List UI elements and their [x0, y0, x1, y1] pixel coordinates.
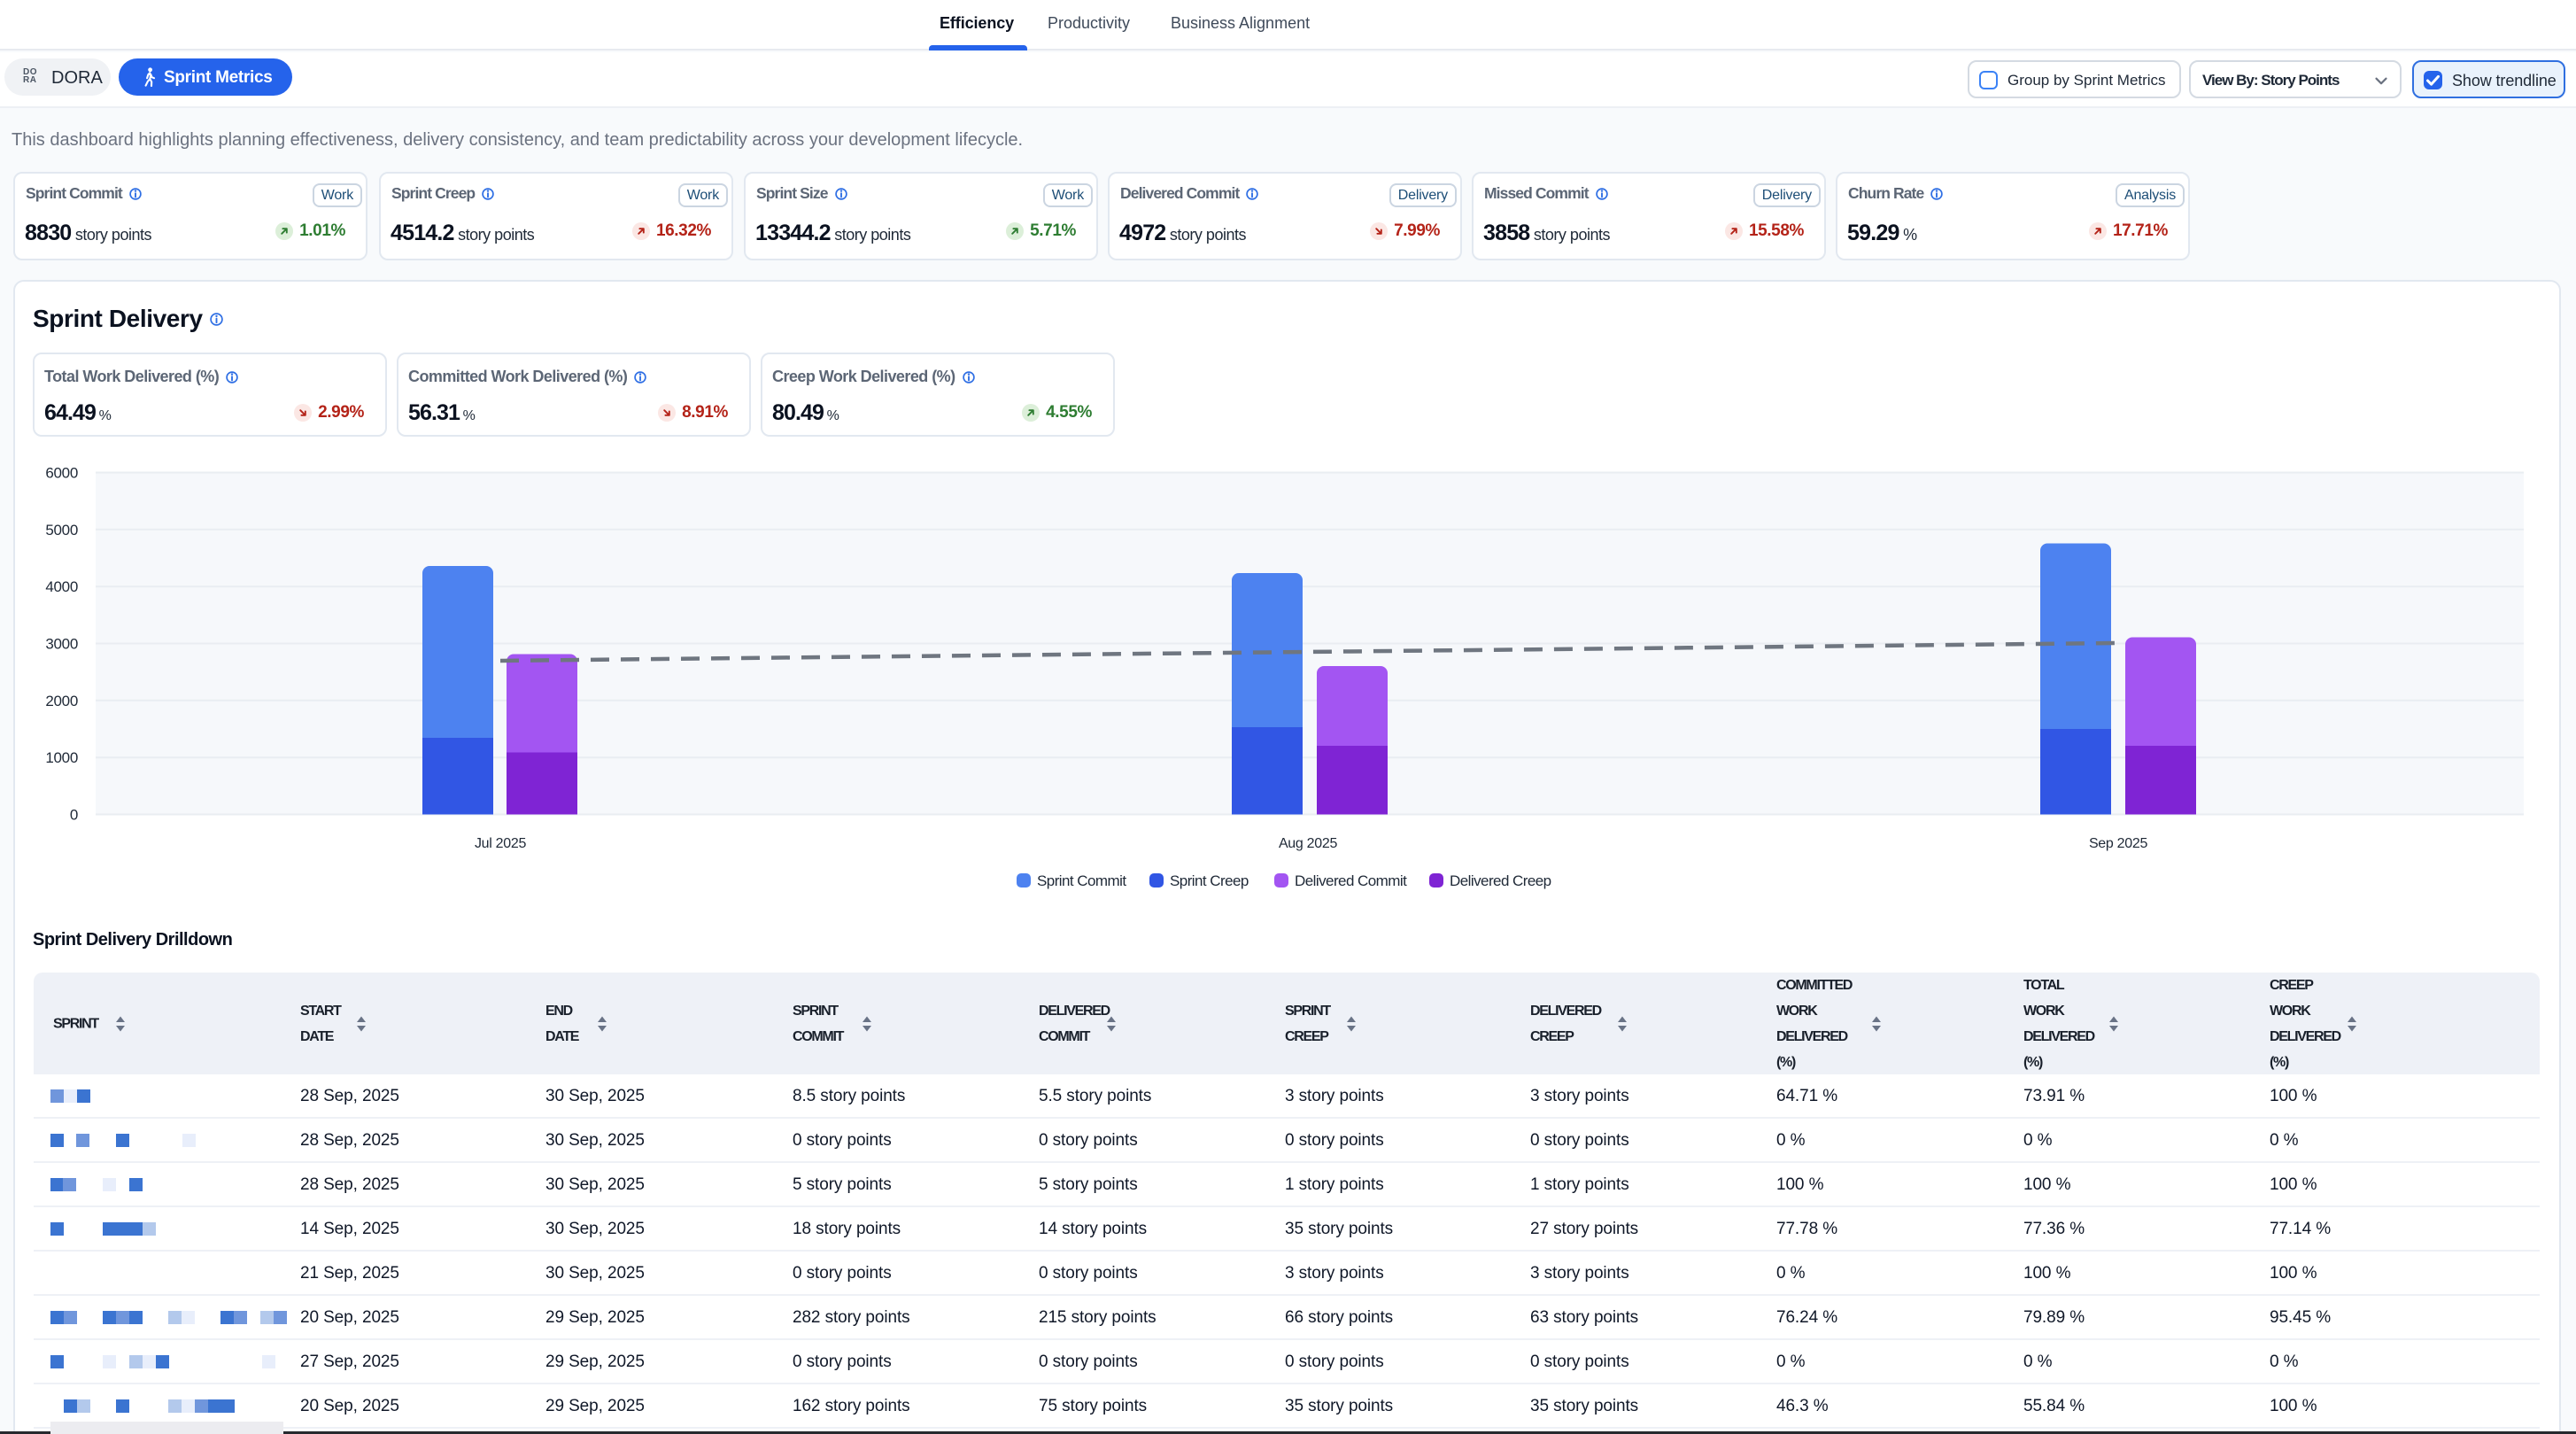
svg-text:4000: 4000 [45, 578, 78, 595]
svg-text:5000: 5000 [45, 522, 78, 539]
svg-text:2000: 2000 [45, 693, 78, 709]
svg-text:Sprint Commit: Sprint Commit [1037, 872, 1126, 889]
svg-text:6000: 6000 [45, 465, 78, 482]
svg-text:0: 0 [70, 807, 78, 824]
svg-text:Delivered Creep: Delivered Creep [1450, 872, 1551, 889]
svg-text:1000: 1000 [45, 749, 78, 766]
svg-text:Sprint Creep: Sprint Creep [1170, 872, 1249, 889]
svg-text:Sep 2025: Sep 2025 [2089, 836, 2148, 851]
svg-text:Delivered Commit: Delivered Commit [1295, 872, 1407, 889]
svg-text:Aug 2025: Aug 2025 [1279, 836, 1338, 851]
svg-text:3000: 3000 [45, 636, 78, 653]
svg-text:Jul 2025: Jul 2025 [475, 836, 526, 851]
